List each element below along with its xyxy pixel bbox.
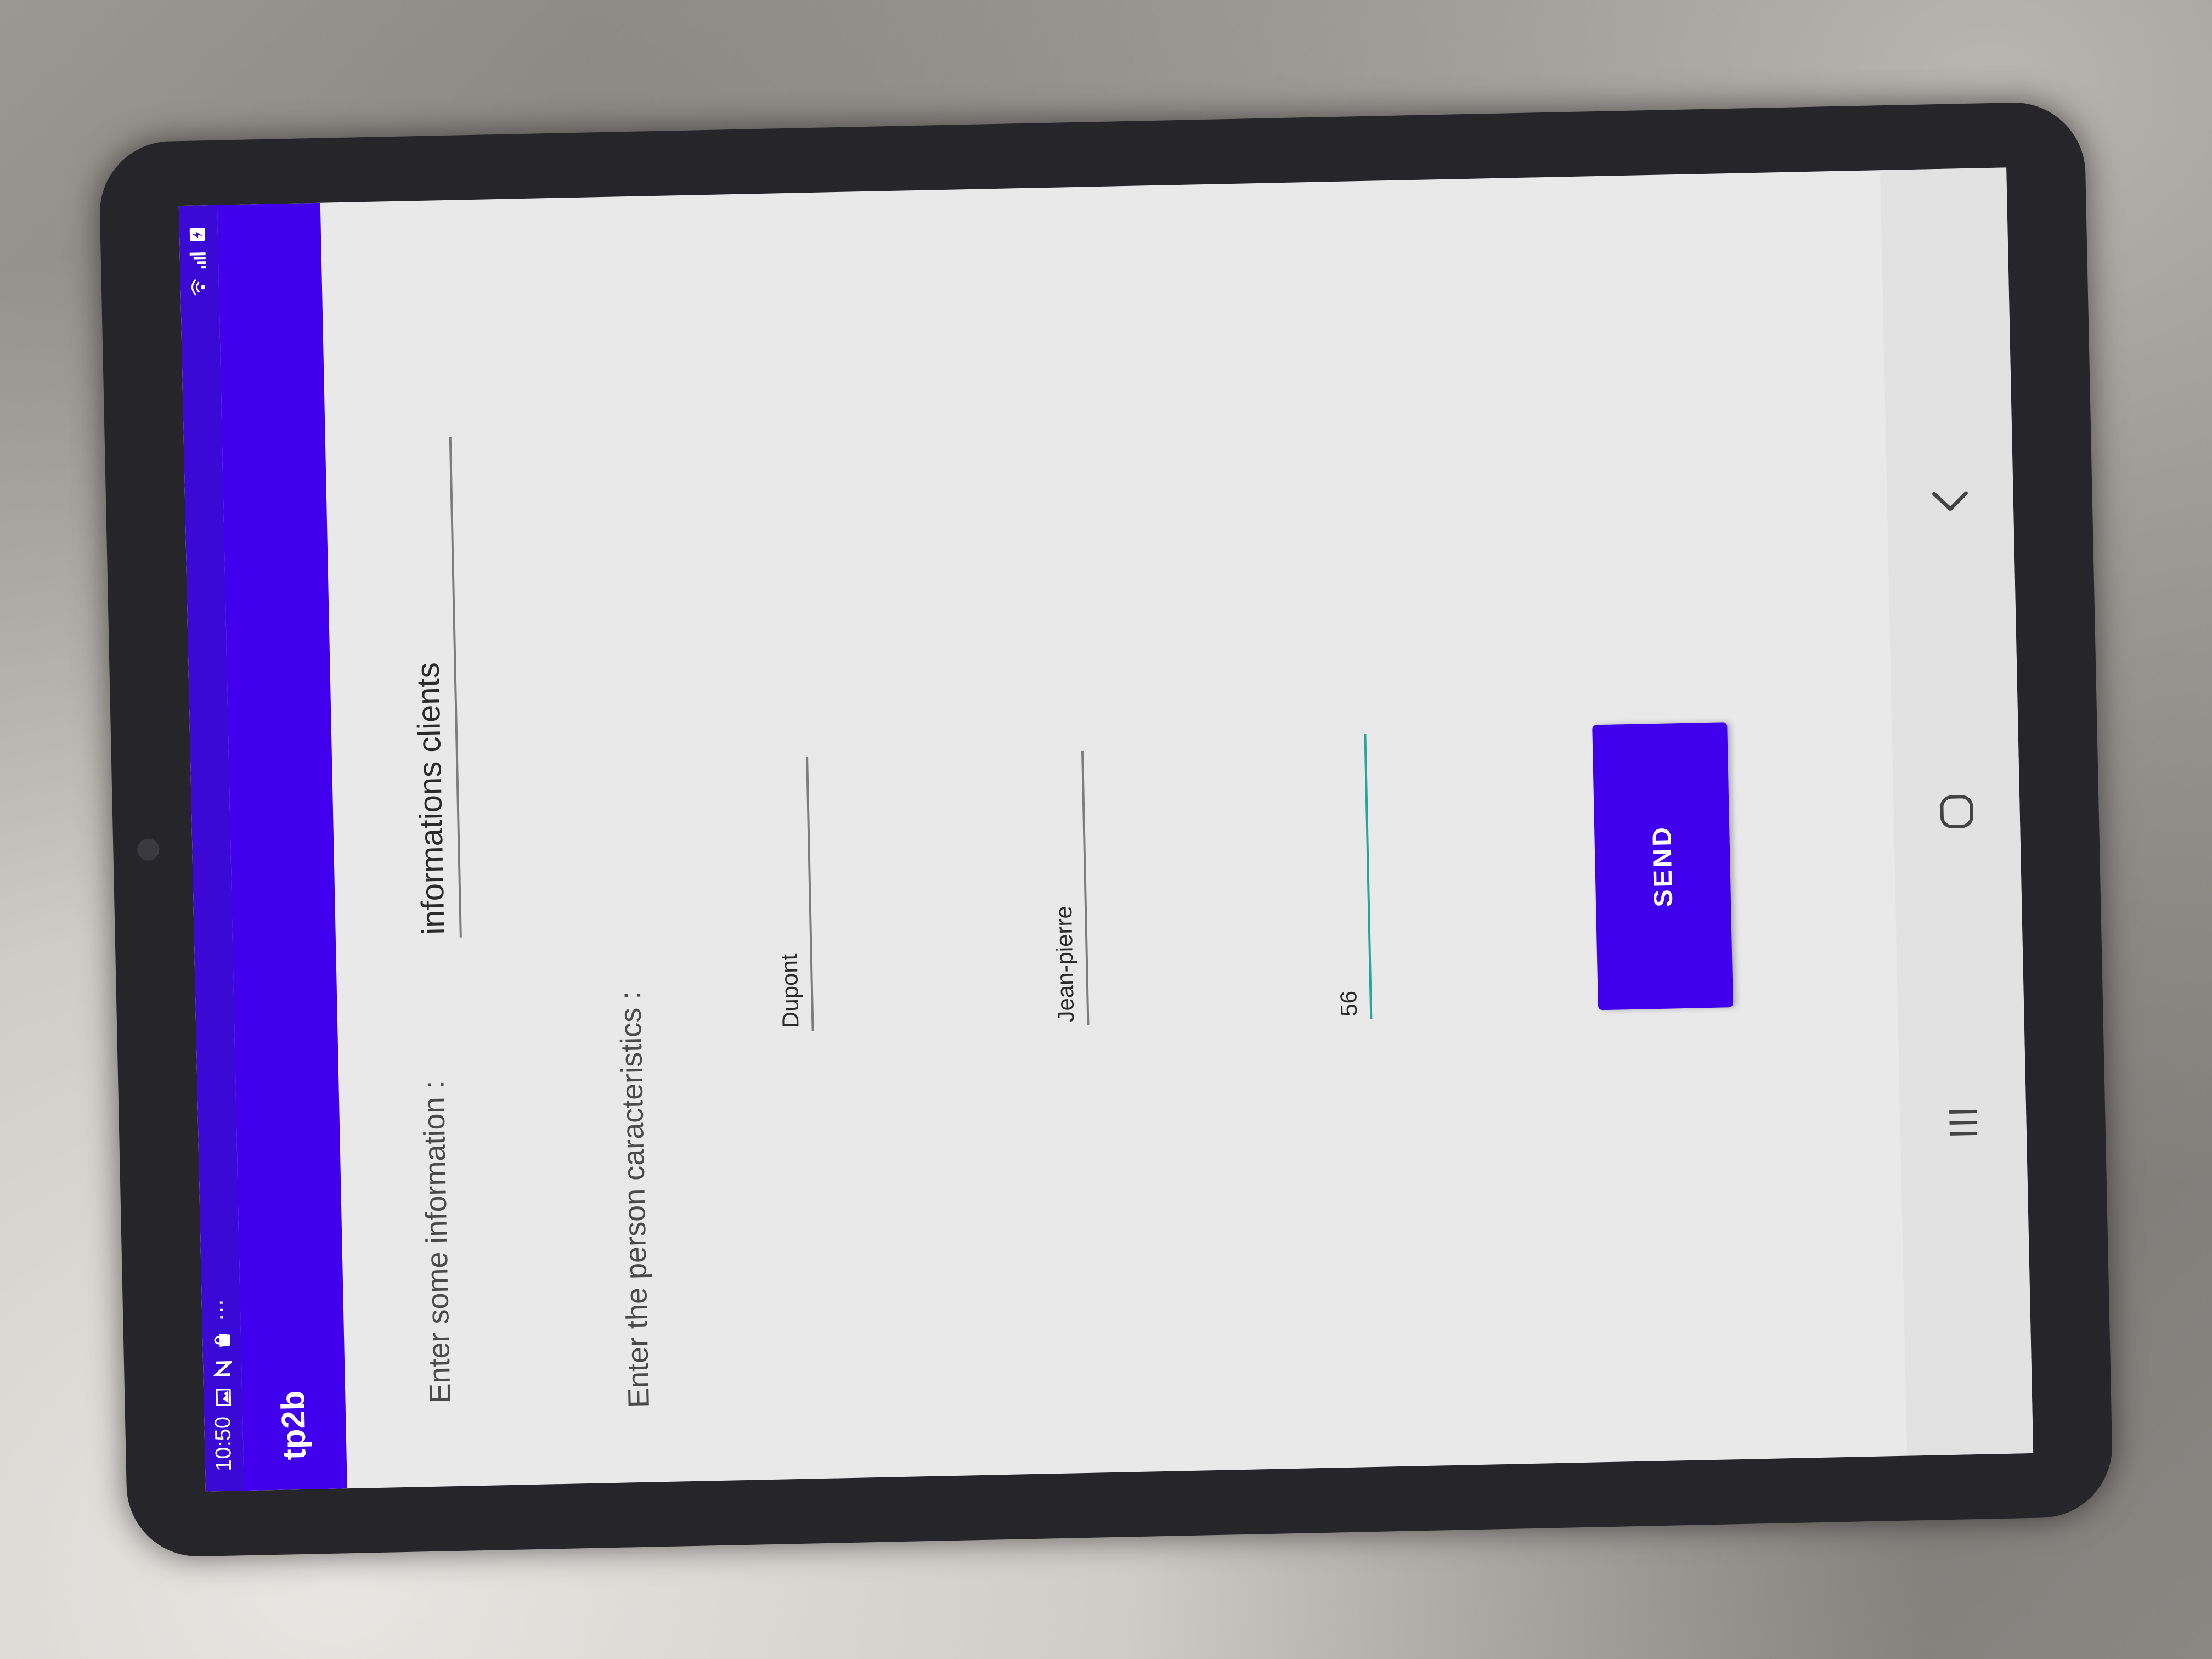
person-label: Enter the person caracteristics :	[613, 991, 656, 1408]
front-camera	[137, 838, 160, 861]
firstname-input[interactable]	[1047, 754, 1080, 1023]
tablet-device: 10:50 ⋯ tp2b Enter some information: in…	[98, 101, 2114, 1558]
status-time: 10:50	[211, 1416, 236, 1472]
send-button[interactable]: SEND	[1592, 722, 1734, 1011]
wifi-icon	[188, 278, 207, 297]
age-input[interactable]	[1330, 737, 1363, 1017]
bag-icon	[212, 1331, 231, 1350]
name-input[interactable]	[772, 760, 804, 1029]
status-right	[187, 225, 207, 297]
info-label: Enter some information :	[417, 1080, 457, 1404]
name-field[interactable]	[753, 757, 814, 1032]
form-content: Enter some information : Enter the perso…	[320, 170, 1907, 1488]
signal-icon	[188, 251, 207, 270]
info-field[interactable]	[380, 437, 462, 939]
more-notifications-icon: ⋯	[208, 1297, 233, 1322]
firstname-field[interactable]	[1029, 751, 1090, 1026]
app-title: tp2b	[274, 1390, 313, 1460]
screen: 10:50 ⋯ tp2b Enter some information: in…	[178, 167, 2034, 1492]
home-icon[interactable]	[1932, 787, 1982, 837]
n-icon	[212, 1359, 234, 1378]
info-input[interactable]	[404, 441, 452, 935]
age-field[interactable]	[1311, 734, 1373, 1021]
battery-icon	[187, 225, 206, 244]
back-icon[interactable]	[1925, 476, 1976, 526]
navigation-bar	[1880, 167, 2034, 1456]
recents-icon[interactable]	[1938, 1097, 1989, 1148]
image-icon	[213, 1387, 232, 1407]
status-left: 10:50 ⋯	[208, 1297, 237, 1471]
